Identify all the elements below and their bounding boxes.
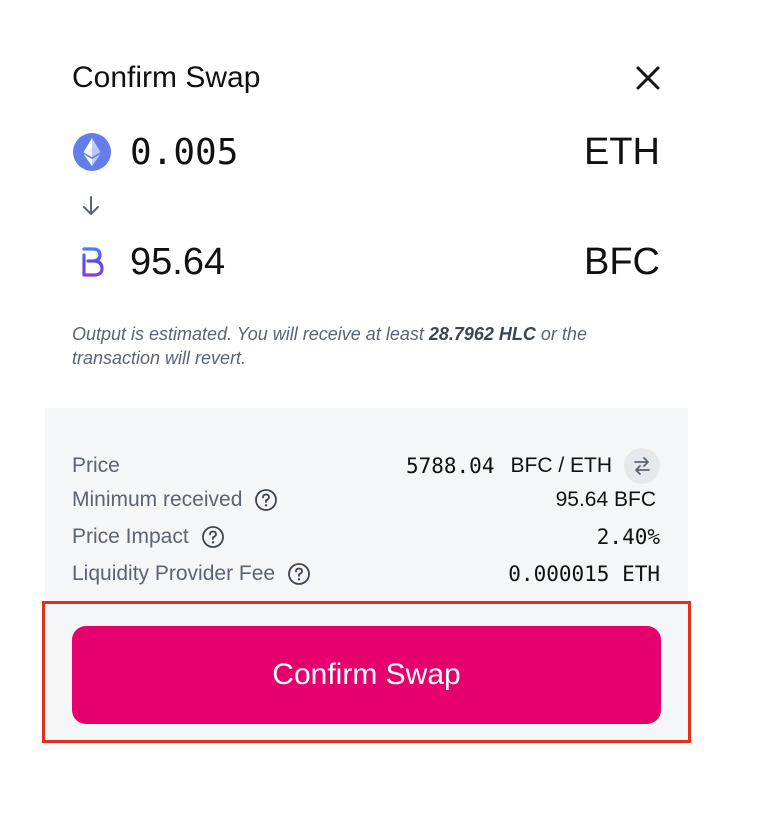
minimum-received-row: Minimum received 95.64 BFC — [72, 484, 660, 516]
price-row: Price 5788.04 BFC / ETH — [72, 448, 660, 484]
lp-fee-row: Liquidity Provider Fee 0.000015 ETH — [72, 558, 660, 590]
modal-title: Confirm Swap — [72, 61, 261, 94]
invert-price-button[interactable] — [624, 448, 660, 484]
minimum-amount: 28.7962 HLC — [428, 324, 536, 344]
help-icon[interactable] — [254, 488, 278, 512]
input-token-row: 0.005 ETH — [72, 126, 660, 178]
price-impact-value: 2.40% — [596, 525, 660, 549]
bifrost-icon — [72, 242, 112, 282]
price-label: Price — [72, 454, 120, 477]
price-impact-label: Price Impact — [72, 525, 189, 548]
help-icon[interactable] — [201, 525, 225, 549]
arrow-down-icon — [83, 196, 99, 215]
confirm-swap-modal: Confirm Swap 0.005 ETH 95.64 BFC Output … — [0, 0, 764, 818]
estimate-note: Output is estimated. You will receive at… — [72, 322, 672, 370]
minimum-received-label-group: Minimum received — [72, 488, 278, 512]
price-value-group: 5788.04 BFC / ETH — [406, 448, 660, 484]
input-amount: 0.005 — [130, 131, 239, 173]
ethereum-icon — [72, 132, 112, 172]
input-token-symbol: ETH — [584, 130, 660, 173]
help-icon[interactable] — [287, 562, 311, 586]
price-impact-row: Price Impact 2.40% — [72, 521, 660, 553]
price-value: 5788.04 — [405, 454, 495, 478]
swap-details-panel: Price 5788.04 BFC / ETH Minimum received — [45, 408, 688, 604]
confirm-button-container: Confirm Swap — [42, 601, 691, 743]
output-amount: 95.64 — [130, 240, 226, 283]
lp-fee-label: Liquidity Provider Fee — [72, 562, 276, 585]
close-button[interactable] — [630, 60, 666, 96]
price-unit: BFC / ETH — [510, 454, 612, 477]
lp-fee-value: 0.000015 ETH — [508, 562, 660, 586]
close-icon — [636, 66, 660, 90]
swap-arrows-icon — [634, 457, 650, 475]
minimum-received-label: Minimum received — [72, 488, 243, 511]
modal-header: Confirm Swap — [72, 58, 660, 98]
lp-fee-label-group: Liquidity Provider Fee — [72, 562, 311, 586]
confirm-swap-button[interactable]: Confirm Swap — [72, 626, 661, 724]
price-impact-label-group: Price Impact — [72, 525, 225, 549]
output-token-symbol: BFC — [584, 240, 660, 283]
minimum-received-value: 95.64 BFC — [555, 488, 656, 511]
estimate-note-prefix: Output is estimated. You will receive at… — [72, 324, 429, 344]
output-token-row: 95.64 BFC — [72, 236, 660, 288]
